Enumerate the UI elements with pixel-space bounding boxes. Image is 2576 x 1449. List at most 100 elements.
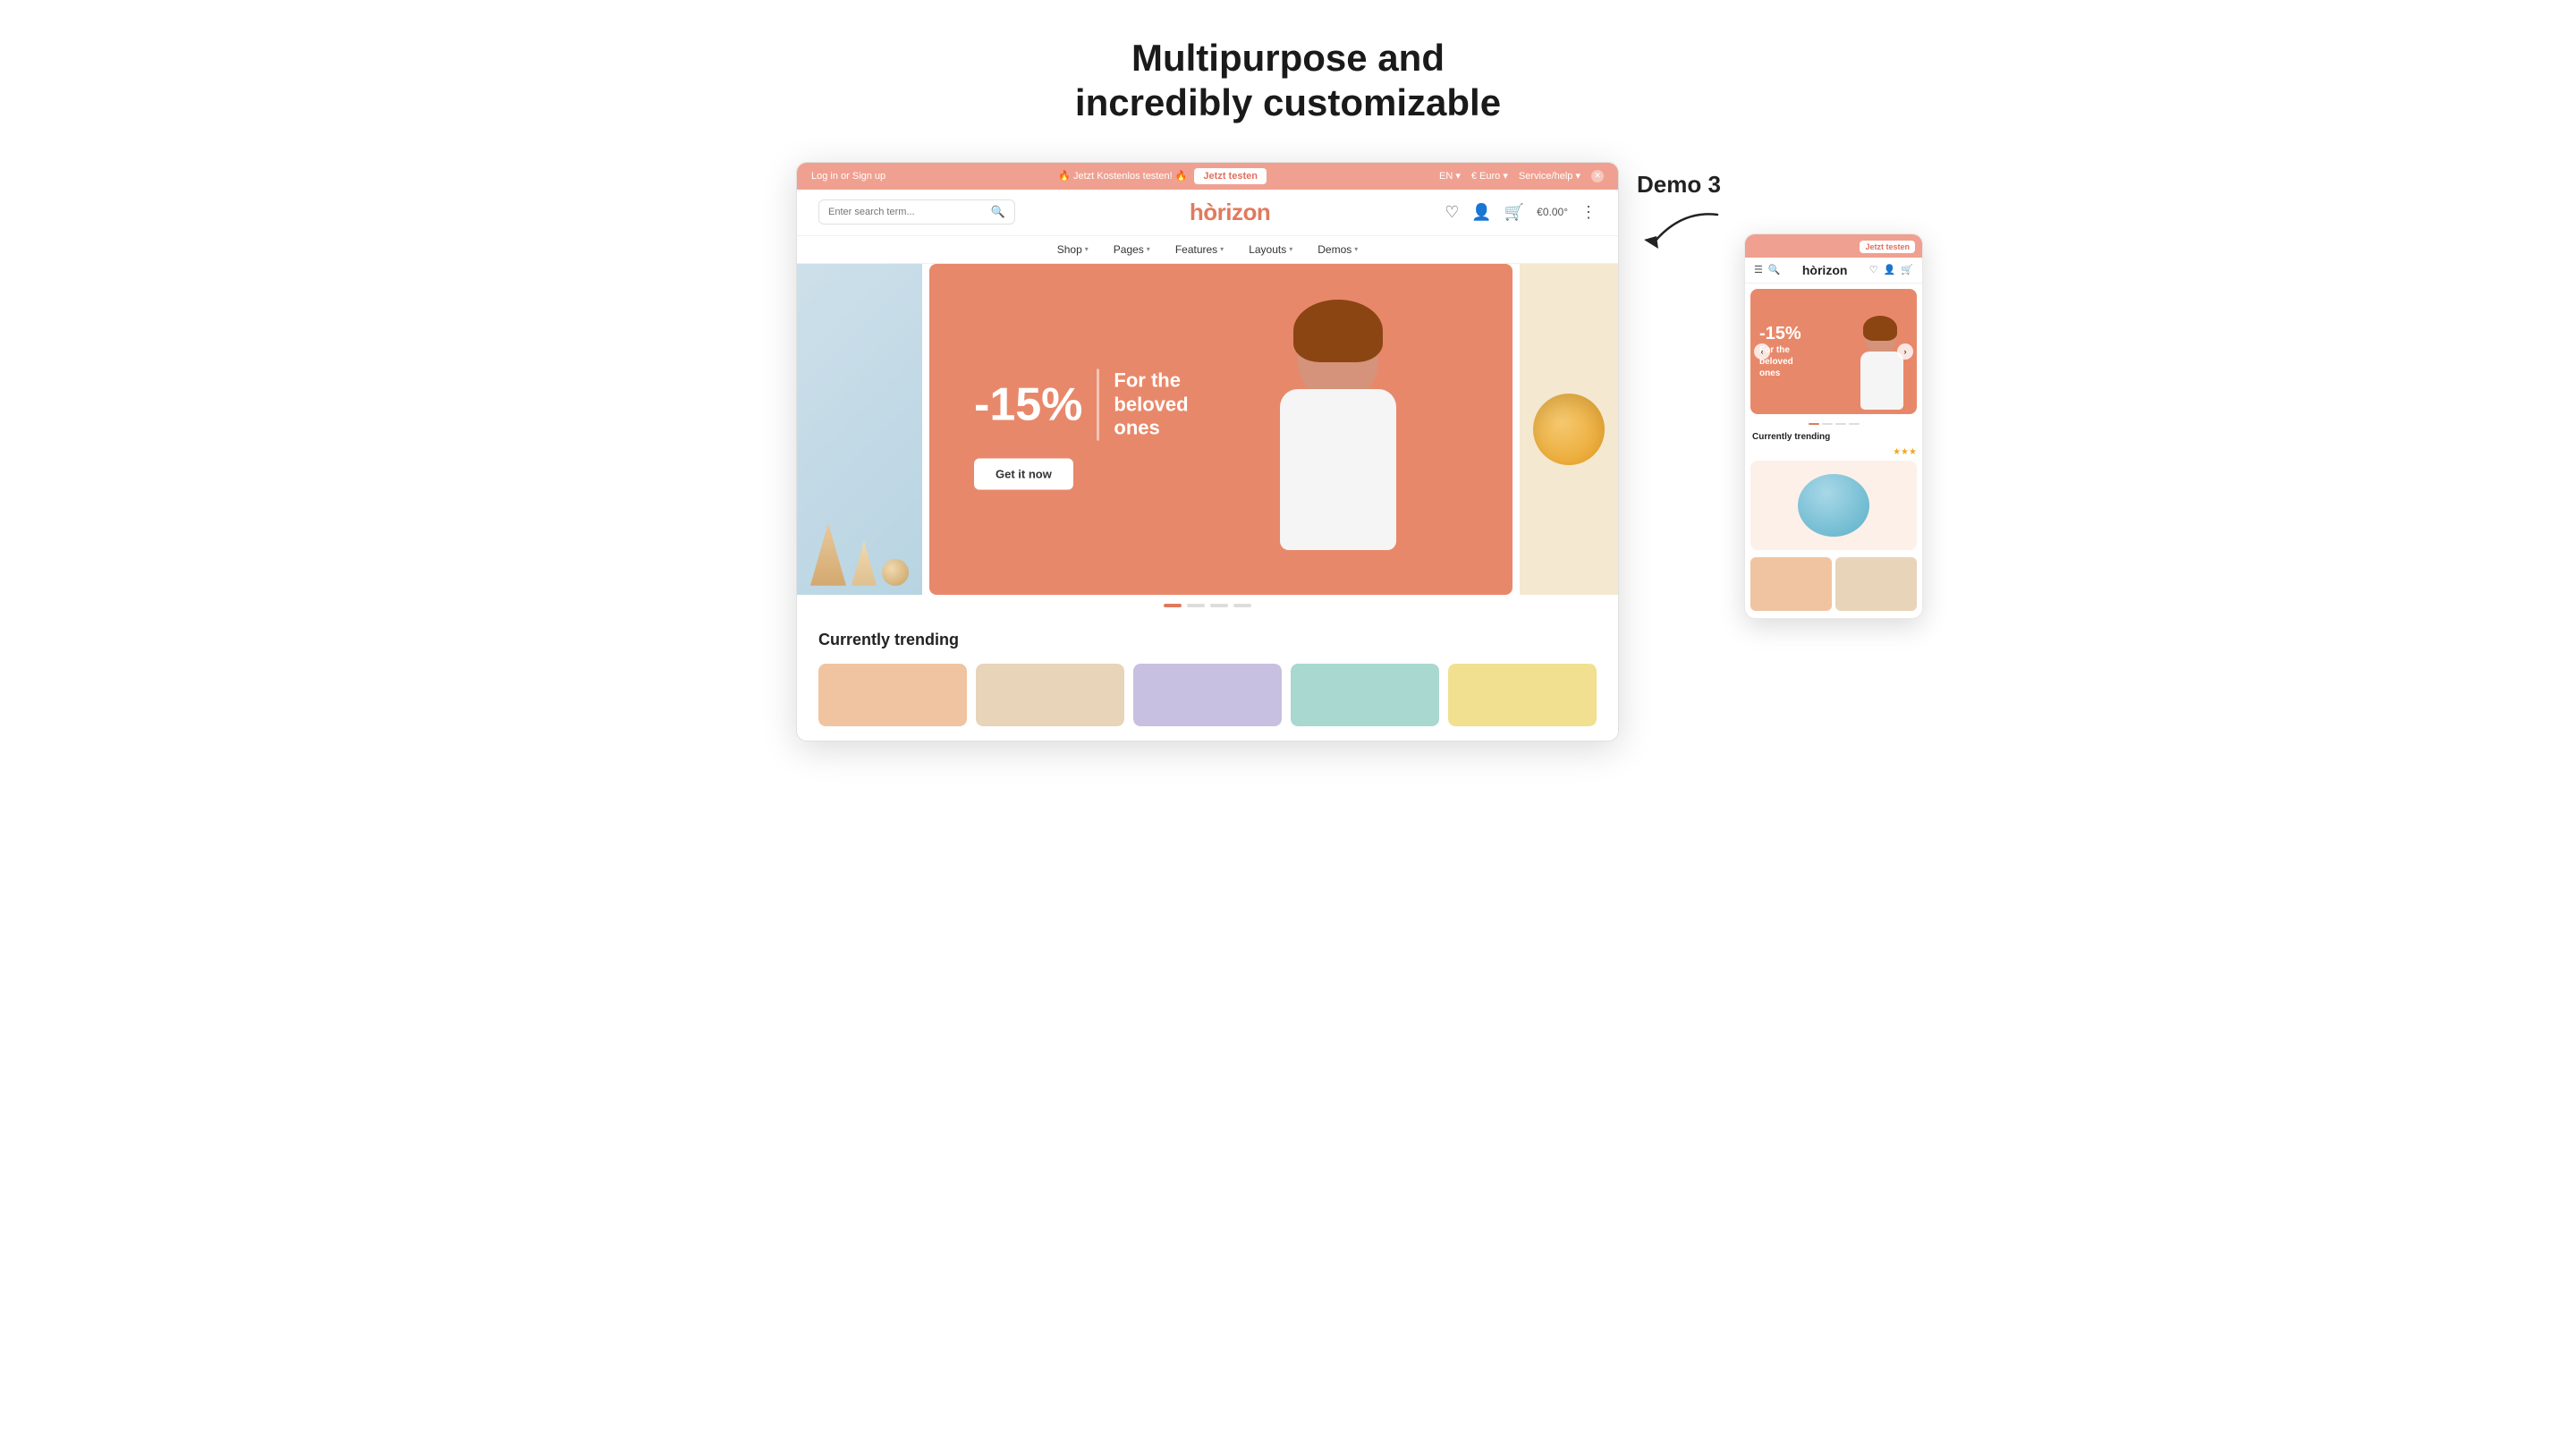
mobile-top-bar: Jetzt testen — [1745, 234, 1922, 258]
hero-tagline: For the beloved ones — [1114, 369, 1188, 440]
service-menu[interactable]: Service/help ▾ — [1519, 170, 1580, 182]
mobile-child-figure — [1856, 316, 1910, 414]
mobile-tagline: For the beloved ones — [1759, 344, 1801, 379]
plate-image — [1798, 474, 1869, 537]
trending-card-1[interactable] — [818, 664, 967, 726]
mobile-header: ☰ 🔍 hòrizon ♡ 👤 🛒 — [1745, 258, 1922, 284]
site-logo[interactable]: hòrizon — [1190, 199, 1270, 226]
nav-shop[interactable]: Shop ▾ — [1057, 243, 1089, 256]
trending-card-3[interactable] — [1133, 664, 1282, 726]
mobile-header-right-icons: ♡ 👤 🛒 — [1869, 264, 1913, 275]
search-bar[interactable]: 🔍 — [818, 199, 1015, 225]
demo-wrapper: Log in or Sign up 🔥 Jetzt Kostenlos test… — [796, 162, 1780, 741]
mobile-hero: ‹ -15% For the beloved ones › — [1750, 289, 1917, 414]
cart-price: €0.00° — [1537, 206, 1568, 218]
trending-card-img-3 — [1133, 664, 1282, 726]
discount-value: -15% — [974, 381, 1082, 428]
mobile-dot-2[interactable] — [1822, 423, 1833, 425]
site-header: 🔍 hòrizon ♡ 👤 🛒 €0.00° ⋮ — [797, 190, 1618, 236]
trending-card-2[interactable] — [976, 664, 1124, 726]
mobile-dot-1[interactable] — [1809, 423, 1819, 425]
trending-card-4[interactable] — [1291, 664, 1439, 726]
nav-features[interactable]: Features ▾ — [1175, 243, 1224, 256]
toy-mountain — [810, 523, 846, 586]
mobile-stars: ★★★ — [1893, 447, 1917, 457]
browser-mockup: Log in or Sign up 🔥 Jetzt Kostenlos test… — [796, 162, 1619, 741]
top-bar: Log in or Sign up 🔥 Jetzt Kostenlos test… — [797, 163, 1618, 190]
child-figure — [1244, 291, 1441, 595]
language-selector[interactable]: EN ▾ — [1439, 170, 1461, 182]
mobile-trending-card-2[interactable] — [1835, 557, 1917, 611]
carousel-dot-4[interactable] — [1233, 604, 1251, 607]
mobile-dot-4[interactable] — [1849, 423, 1860, 425]
more-icon[interactable]: ⋮ — [1580, 203, 1597, 222]
search-input[interactable] — [828, 207, 986, 217]
carousel-dot-2[interactable] — [1187, 604, 1205, 607]
mobile-search-icon[interactable]: 🔍 — [1768, 264, 1781, 275]
wishlist-icon[interactable]: ♡ — [1445, 203, 1459, 222]
hero-cta-button[interactable]: Get it now — [974, 458, 1073, 489]
nav-features-label: Features — [1175, 243, 1217, 256]
nav-pages[interactable]: Pages ▾ — [1114, 243, 1150, 256]
trending-title: Currently trending — [818, 631, 1597, 649]
toy-sphere — [882, 559, 909, 586]
hero-content: -15% For the beloved ones Get it now — [974, 369, 1189, 489]
mobile-trending-grid — [1745, 557, 1922, 618]
chevron-down-icon: ▾ — [1220, 245, 1224, 253]
jetzt-testen-button[interactable]: Jetzt testen — [1194, 168, 1267, 184]
child-body — [1280, 389, 1396, 550]
mobile-trending-card-1[interactable] — [1750, 557, 1832, 611]
page-headline: Multipurpose and incredibly customizable — [1075, 36, 1501, 126]
carousel-dot-3[interactable] — [1210, 604, 1228, 607]
carousel-dot-1[interactable] — [1164, 604, 1182, 607]
mobile-wishlist-icon[interactable]: ♡ — [1869, 264, 1878, 275]
trending-card-img-2 — [976, 664, 1124, 726]
mobile-header-left-icons: ☰ 🔍 — [1754, 264, 1781, 275]
mobile-account-icon[interactable]: 👤 — [1884, 264, 1896, 275]
mobile-next-arrow[interactable]: › — [1897, 343, 1913, 360]
discount-divider — [1097, 369, 1099, 440]
trending-grid — [818, 664, 1597, 726]
search-icon: 🔍 — [991, 205, 1005, 219]
site-nav: Shop ▾ Pages ▾ Features ▾ Layouts ▾ Demo… — [797, 236, 1618, 264]
mobile-cart-icon[interactable]: 🛒 — [1901, 264, 1913, 275]
mobile-dot-3[interactable] — [1835, 423, 1846, 425]
mobile-stars-area: ★★★ — [1745, 447, 1922, 461]
nav-layouts[interactable]: Layouts ▾ — [1249, 243, 1292, 256]
cart-icon[interactable]: 🛒 — [1504, 203, 1524, 222]
toy-cone — [852, 541, 877, 586]
hero-left-panel — [797, 264, 922, 595]
mobile-hero-content: -15% For the beloved ones — [1750, 315, 1810, 388]
nav-demos[interactable]: Demos ▾ — [1318, 243, 1358, 256]
mobile-child-hair — [1863, 316, 1897, 341]
chevron-down-icon: ▾ — [1289, 245, 1292, 253]
hero-main: -15% For the beloved ones Get it now — [929, 264, 1513, 595]
account-icon[interactable]: 👤 — [1471, 203, 1491, 222]
headline-line2: incredibly customizable — [1075, 81, 1501, 123]
nav-layouts-label: Layouts — [1249, 243, 1286, 256]
demo-arrow-icon — [1637, 206, 1726, 250]
carousel-dots — [797, 595, 1618, 616]
login-link[interactable]: Log in or Sign up — [811, 171, 886, 182]
trending-card-img-1 — [818, 664, 967, 726]
hero-section: -15% For the beloved ones Get it now — [797, 264, 1618, 595]
nav-shop-label: Shop — [1057, 243, 1082, 256]
logo-text: hòrizon — [1190, 199, 1270, 225]
close-button[interactable]: ✕ — [1591, 170, 1604, 182]
mobile-top-cta[interactable]: Jetzt testen — [1860, 241, 1915, 253]
hero-right-panel — [1520, 264, 1618, 595]
mobile-logo: hòrizon — [1802, 263, 1848, 277]
mobile-discount: -15% — [1759, 324, 1801, 344]
trending-card-5[interactable] — [1448, 664, 1597, 726]
wooden-toys-decoration — [797, 264, 922, 595]
hero-discount: -15% For the beloved ones — [974, 369, 1189, 440]
mobile-menu-icon[interactable]: ☰ — [1754, 264, 1763, 275]
mobile-mockup: Jetzt testen ☰ 🔍 hòrizon ♡ 👤 🛒 ‹ -15% Fo… — [1744, 233, 1923, 619]
promo-bar: 🔥 Jetzt Kostenlos testen! 🔥 Jetzt testen — [1058, 168, 1267, 184]
child-hair — [1293, 300, 1383, 362]
chevron-down-icon: ▾ — [1354, 245, 1358, 253]
currency-selector[interactable]: € Euro ▾ — [1471, 170, 1508, 182]
trending-section: Currently trending — [797, 616, 1618, 741]
bowl-decoration — [1533, 394, 1605, 465]
mobile-product-card[interactable] — [1750, 461, 1917, 550]
